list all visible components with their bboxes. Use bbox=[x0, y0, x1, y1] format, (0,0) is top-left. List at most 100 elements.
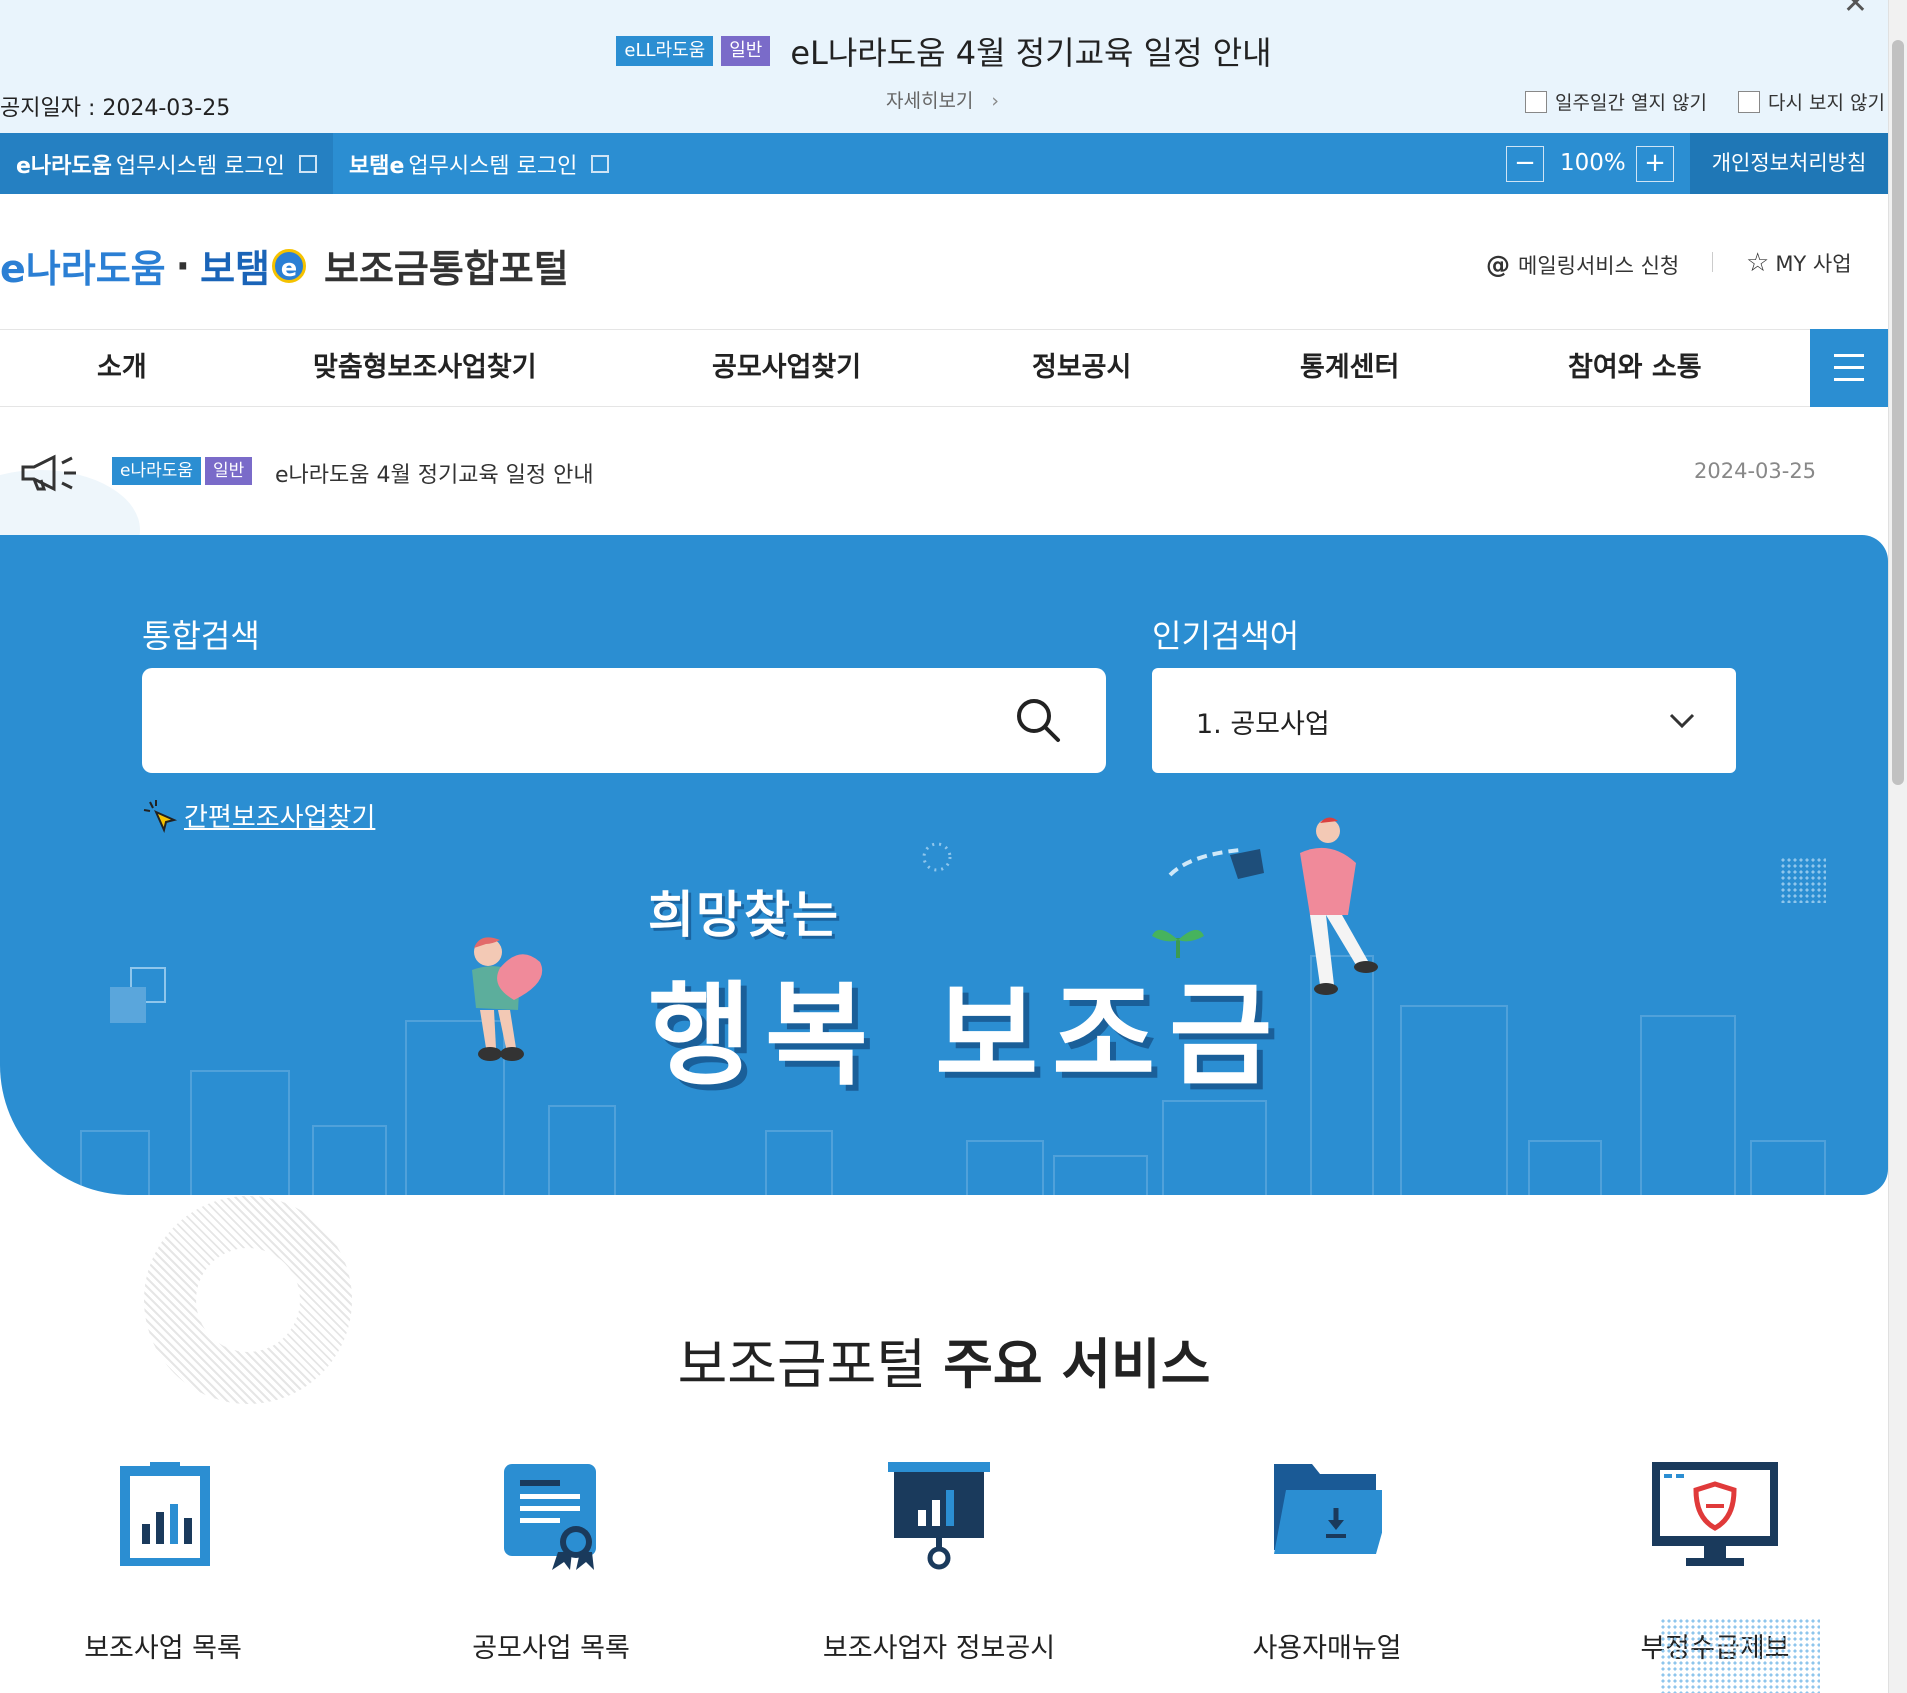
slogan-small: 희망찾는 bbox=[648, 886, 840, 944]
notice-ticker[interactable]: e나라도움 일반 e나라도움 4월 정기교육 일정 안내 2024-03-25 bbox=[0, 445, 1888, 495]
services-title: 보조금포털 주요 서비스 bbox=[0, 1320, 1888, 1399]
services-title-light: 보조금포털 bbox=[677, 1333, 927, 1396]
logo-dot: · bbox=[175, 243, 191, 288]
search-label: 통합검색 bbox=[142, 617, 260, 655]
building-decoration bbox=[1400, 1005, 1508, 1195]
logo-enara: e나라도움 bbox=[0, 247, 166, 291]
notice-tags: e나라도움 일반 bbox=[112, 457, 253, 486]
mailing-label: 메일링서비스 신청 bbox=[1518, 254, 1680, 278]
zoom-level: 100% bbox=[1560, 150, 1626, 176]
building-decoration bbox=[80, 1130, 150, 1195]
building-decoration bbox=[765, 1130, 833, 1195]
service-subsidy-list[interactable]: 보조사업 목록 bbox=[23, 1460, 303, 1665]
search-icon[interactable] bbox=[1014, 696, 1062, 744]
presentation-board-icon bbox=[888, 1462, 990, 1570]
services-title-bold: 주요 서비스 bbox=[943, 1333, 1211, 1396]
zoom-in-button[interactable]: + bbox=[1636, 146, 1674, 182]
chevron-down-icon bbox=[1669, 713, 1695, 729]
hamburger-menu-button[interactable] bbox=[1810, 329, 1888, 407]
no-week-label: 일주일간 열지 않기 bbox=[1555, 92, 1707, 114]
my-business-link[interactable]: ☆ MY 사업 bbox=[1746, 248, 1852, 278]
girl-heart-illustration bbox=[472, 937, 543, 1061]
notice-type-tag: 일반 bbox=[205, 457, 253, 486]
dot-grid-decoration bbox=[1660, 1618, 1820, 1693]
nav-item-participation[interactable]: 참여와 소통 bbox=[1568, 330, 1702, 406]
notice-site-tag: e나라도움 bbox=[112, 457, 202, 486]
logo-portal-name: 보조금통합포털 bbox=[323, 247, 569, 291]
utility-bar: e나라도움 업무시스템 로그인 보탬e 업무시스템 로그인 − 100% + 개… bbox=[0, 133, 1888, 194]
dotted-circle-decoration bbox=[922, 842, 952, 872]
notice-popup-title-row[interactable]: eLL라도움 일반 eL나라도움 4월 정기교육 일정 안내 bbox=[0, 28, 1888, 74]
nav-item-statistics[interactable]: 통계센터 bbox=[1300, 330, 1399, 406]
checkbox-box[interactable] bbox=[1525, 90, 1547, 113]
building-decoration bbox=[1162, 1100, 1267, 1195]
service-contest-list[interactable]: 공모사업 목록 bbox=[411, 1460, 691, 1665]
external-link-icon bbox=[591, 154, 610, 173]
hero-banner: 통합검색 인기검색어 1. 공모사업 간편보조사업찾기 희망찾는 행복 보조금 bbox=[0, 535, 1888, 1195]
checkbox-box[interactable] bbox=[1738, 90, 1760, 113]
menu-line bbox=[1834, 378, 1864, 381]
notice-popup: eLL라도움 일반 eL나라도움 4월 정기교육 일정 안내 공지일자 : 20… bbox=[0, 0, 1888, 133]
certificate-icon bbox=[504, 1464, 596, 1570]
mailing-service-link[interactable]: @ 메일링서비스 신청 bbox=[1486, 250, 1679, 280]
zoom-out-button[interactable]: − bbox=[1506, 146, 1544, 182]
dot-grid-decoration bbox=[1780, 857, 1826, 903]
notice-popup-title[interactable]: eL나라도움 4월 정기교육 일정 안내 bbox=[790, 28, 1271, 74]
botem-login-link[interactable]: 보탬e 업무시스템 로그인 bbox=[333, 133, 635, 194]
enara-login-label: 업무시스템 로그인 bbox=[115, 153, 285, 179]
megaphone-icon bbox=[21, 454, 76, 492]
building-decoration bbox=[190, 1070, 290, 1195]
close-icon[interactable]: ✕ bbox=[1843, 0, 1868, 21]
quick-find-label[interactable]: 간편보조사업찾기 bbox=[184, 797, 375, 834]
quick-find-link[interactable]: 간편보조사업찾기 bbox=[142, 797, 375, 834]
popular-keyword-select[interactable]: 1. 공모사업 bbox=[1152, 668, 1736, 773]
botem-brand: 보탬e bbox=[349, 153, 405, 179]
notice-popup-type-tag: 일반 bbox=[721, 36, 771, 66]
search-input[interactable] bbox=[142, 668, 1106, 773]
building-decoration bbox=[548, 1105, 616, 1195]
botem-login-label: 업무시스템 로그인 bbox=[408, 153, 578, 179]
service-label: 공모사업 목록 bbox=[472, 1633, 630, 1664]
folder-download-icon bbox=[1274, 1464, 1382, 1554]
logo-e-badge: e bbox=[271, 248, 306, 283]
enara-login-link[interactable]: e나라도움 업무시스템 로그인 bbox=[0, 133, 333, 194]
site-header: e나라도움 · 보탬 e 보조금통합포털 @ 메일링서비스 신청 ☆ MY 사업 bbox=[0, 194, 1888, 329]
privacy-policy-link[interactable]: 개인정보처리방침 bbox=[1690, 133, 1888, 194]
at-sign-icon: @ bbox=[1486, 251, 1510, 279]
nav-item-disclosure[interactable]: 정보공시 bbox=[1032, 330, 1131, 406]
building-decoration bbox=[312, 1125, 387, 1195]
main-navigation: 소개 맞춤형보조사업찾기 공모사업찾기 정보공시 통계센터 참여와 소통 bbox=[0, 329, 1888, 407]
square-decoration bbox=[110, 987, 146, 1023]
building-decoration bbox=[1640, 1015, 1736, 1195]
nav-item-custom-search[interactable]: 맞춤형보조사업찾기 bbox=[313, 330, 537, 406]
logo-botem: 보탬 bbox=[200, 247, 270, 291]
service-user-manual[interactable]: 사용자매뉴얼 bbox=[1187, 1460, 1467, 1665]
enara-brand: e나라도움 bbox=[16, 153, 112, 179]
nav-item-contest-search[interactable]: 공모사업찾기 bbox=[712, 330, 861, 406]
building-decoration bbox=[1053, 1155, 1148, 1195]
no-again-label: 다시 보지 않기 bbox=[1768, 92, 1885, 114]
my-business-label: MY 사업 bbox=[1775, 252, 1852, 276]
page-scrollbar[interactable] bbox=[1888, 0, 1907, 1693]
notice-popup-more-label: 자세히보기 bbox=[886, 90, 974, 112]
notice-title[interactable]: e나라도움 4월 정기교육 일정 안내 bbox=[275, 457, 594, 489]
scrollbar-thumb[interactable] bbox=[1892, 40, 1904, 785]
notice-popup-date: 공지일자 : 2024-03-25 bbox=[0, 96, 231, 121]
nav-item-intro[interactable]: 소개 bbox=[97, 330, 147, 406]
no-again-checkbox[interactable]: 다시 보지 않기 bbox=[1738, 88, 1885, 115]
building-decoration bbox=[1750, 1140, 1826, 1195]
notice-popup-more-link[interactable]: 자세히보기 › bbox=[886, 86, 999, 113]
menu-line bbox=[1834, 354, 1864, 357]
no-week-checkbox[interactable]: 일주일간 열지 않기 bbox=[1525, 88, 1707, 115]
site-logo[interactable]: e나라도움 · 보탬 e 보조금통합포털 bbox=[0, 238, 569, 293]
building-decoration bbox=[1528, 1140, 1602, 1195]
chevron-right-icon: › bbox=[991, 90, 1000, 112]
popular-keyword-label: 인기검색어 bbox=[1152, 617, 1300, 655]
building-decoration bbox=[966, 1140, 1044, 1195]
star-icon: ☆ bbox=[1746, 248, 1770, 278]
external-link-icon bbox=[298, 154, 317, 173]
service-disclosure[interactable]: 보조사업자 정보공시 bbox=[799, 1460, 1079, 1665]
header-divider bbox=[1712, 252, 1713, 272]
monitor-shield-icon bbox=[1652, 1462, 1778, 1566]
cursor-click-icon bbox=[143, 799, 178, 833]
